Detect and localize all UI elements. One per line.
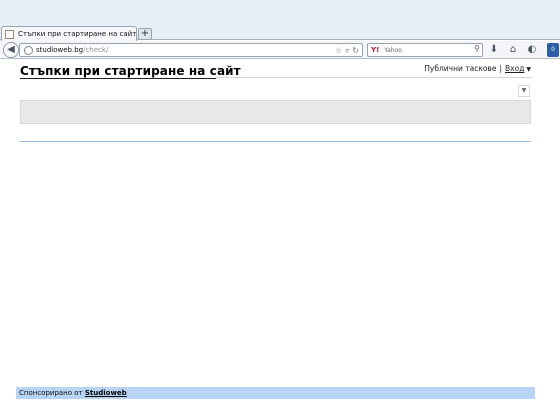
new-tab-button[interactable]: +: [138, 28, 152, 40]
sponsor-link[interactable]: Studioweb: [85, 389, 127, 397]
search-bar[interactable]: Y! Yahoo ⚲: [367, 43, 483, 57]
download-icon[interactable]: ⬇: [488, 44, 500, 56]
url-path: /check/: [83, 46, 109, 54]
back-button[interactable]: ◀: [3, 42, 19, 58]
header-links: Публични таскове | Вход ▼: [424, 64, 531, 73]
page-favicon-icon: [5, 29, 14, 39]
url-bar-icons: ☆ ▿ ↻: [335, 44, 359, 56]
title-divider: [216, 77, 532, 78]
home-icon[interactable]: ⌂: [507, 44, 519, 56]
link-separator: |: [499, 64, 503, 73]
star-icon[interactable]: ☆: [335, 46, 342, 55]
reload-icon[interactable]: ↻: [352, 46, 359, 55]
page-title: Стъпки при стартиране на сайт: [20, 64, 241, 78]
sync-icon[interactable]: ◐: [526, 44, 538, 56]
search-icon[interactable]: ⚲: [474, 44, 480, 53]
addon-icon[interactable]: 0: [547, 43, 559, 57]
chevron-down-icon[interactable]: ▼: [526, 66, 531, 73]
navigation-toolbar: ◀ studioweb.bg/check/ ☆ ▿ ↻ Y! Yahoo ⚲ ⬇…: [0, 41, 560, 59]
page-content: Стъпки при стартиране на сайт Публични т…: [0, 60, 560, 420]
public-tasks-link[interactable]: Публични таскове: [424, 64, 496, 73]
url-text[interactable]: studioweb.bg/check/: [36, 46, 108, 54]
panel-dropdown-button[interactable]: ▼: [518, 85, 530, 97]
title-underline: [20, 78, 216, 79]
login-link[interactable]: Вход: [505, 64, 524, 73]
back-icon: ◀: [7, 44, 15, 55]
task-panel: [20, 100, 531, 124]
footer: Спонсорирано от Studioweb: [16, 387, 535, 399]
search-input[interactable]: Yahoo: [384, 47, 402, 54]
footer-sponsored-text: Спонсорирано от: [19, 389, 83, 397]
chevron-down-icon: ▼: [521, 87, 527, 94]
address-bar[interactable]: studioweb.bg/check/ ☆ ▿ ↻: [19, 43, 363, 57]
browser-tab-strip: Стъпки при стартиране на сайт +: [0, 0, 560, 41]
content-divider: [20, 141, 531, 142]
browser-tab[interactable]: Стъпки при стартиране на сайт: [1, 26, 137, 41]
search-engine-logo[interactable]: Y!: [371, 46, 379, 54]
globe-icon: [24, 45, 33, 55]
dropdown-icon[interactable]: ▿: [345, 46, 349, 55]
url-host: studioweb.bg: [36, 46, 84, 54]
tab-title: Стъпки при стартиране на сайт: [18, 30, 136, 38]
